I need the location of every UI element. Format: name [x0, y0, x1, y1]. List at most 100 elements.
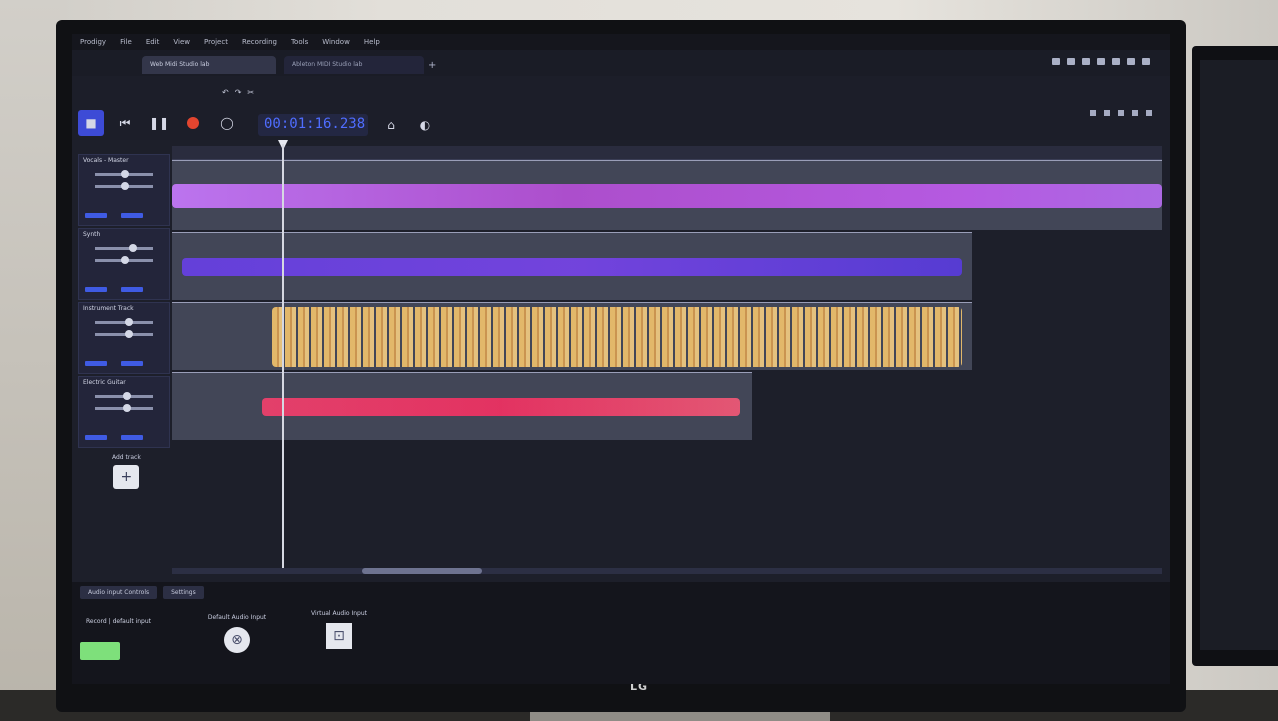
volume-knob[interactable] — [125, 318, 133, 326]
metronome-icon: ⌂ — [387, 118, 395, 132]
menu-item-file[interactable]: File — [120, 38, 132, 46]
volume-knob[interactable] — [129, 244, 137, 252]
track-buttons — [85, 287, 143, 292]
record-device: Record | default input — [86, 618, 152, 625]
volume-slider[interactable] — [95, 392, 153, 400]
track-buttons — [85, 361, 143, 366]
snap-icon[interactable] — [1146, 110, 1152, 116]
device-virtual-input[interactable]: Virtual Audio Input ⊡ — [294, 610, 384, 649]
metronome-button[interactable]: ⌂ — [378, 112, 404, 138]
pan-slider[interactable] — [95, 404, 153, 412]
playhead[interactable] — [282, 144, 284, 572]
bookmark-icon[interactable] — [1067, 58, 1075, 65]
redo-icon[interactable]: ↷ — [235, 88, 242, 97]
device-label: Default Audio Input — [207, 614, 267, 621]
settings-button[interactable]: ◐ — [412, 112, 438, 138]
audio-clip[interactable] — [172, 302, 972, 370]
zoom-in-icon[interactable] — [1090, 110, 1096, 116]
download-icon[interactable] — [1082, 58, 1090, 65]
add-track-label: Add track — [112, 454, 141, 461]
track-lane[interactable] — [172, 372, 1162, 440]
waveform — [172, 183, 1162, 208]
solo-button[interactable] — [121, 287, 143, 292]
stop-button[interactable]: ■ — [78, 110, 104, 136]
track-buttons — [85, 213, 143, 218]
pause-button[interactable]: ❚❚ — [146, 110, 172, 136]
pan-knob[interactable] — [125, 330, 133, 338]
pan-knob[interactable] — [123, 404, 131, 412]
menu-item-tools[interactable]: Tools — [291, 38, 308, 46]
profile-icon[interactable] — [1097, 58, 1105, 65]
second-monitor-screen — [1200, 60, 1278, 650]
audio-clip[interactable] — [172, 232, 972, 300]
loop-button[interactable]: ◯ — [214, 110, 240, 136]
device-default-input[interactable]: Default Audio Input ⊗ — [192, 614, 282, 653]
scroll-thumb[interactable] — [362, 568, 482, 574]
track-name: Electric Guitar — [83, 379, 126, 386]
edit-tools: ↶ ↷ ✂ — [222, 88, 254, 97]
volume-slider[interactable] — [95, 318, 153, 326]
mute-button[interactable] — [85, 213, 107, 218]
volume-knob[interactable] — [121, 170, 129, 178]
pan-slider[interactable] — [95, 182, 153, 190]
undo-icon[interactable]: ↶ — [222, 88, 229, 97]
track-lane[interactable] — [172, 302, 1162, 370]
zoom-out-icon[interactable] — [1104, 110, 1110, 116]
volume-slider[interactable] — [95, 244, 153, 252]
tab-settings[interactable]: Settings — [163, 586, 204, 599]
tab-second[interactable]: Ableton MIDI Studio lab — [284, 56, 424, 74]
fit-icon[interactable] — [1118, 110, 1124, 116]
view-tools — [1090, 110, 1152, 116]
volume-knob[interactable] — [123, 392, 131, 400]
skip-back-button[interactable]: ⏮ — [112, 110, 138, 136]
solo-button[interactable] — [121, 213, 143, 218]
plus-icon: + — [120, 469, 133, 485]
bottom-panel: Audio input Controls Settings Record | d… — [72, 582, 1170, 684]
pan-knob[interactable] — [121, 256, 129, 264]
mute-button[interactable] — [85, 287, 107, 292]
audio-clip[interactable] — [172, 372, 752, 440]
horizontal-scrollbar[interactable] — [172, 568, 1162, 574]
daw-screen: Prodigy File Edit View Project Recording… — [72, 34, 1170, 684]
extension-icon[interactable] — [1052, 58, 1060, 65]
track-name: Instrument Track — [83, 305, 134, 312]
track-name: Synth — [83, 231, 101, 238]
mute-button[interactable] — [85, 435, 107, 440]
pan-knob[interactable] — [121, 182, 129, 190]
menu-item-app[interactable]: Prodigy — [80, 38, 106, 46]
menu-item-recording[interactable]: Recording — [242, 38, 277, 46]
track-header: Vocals - Master — [78, 154, 170, 226]
new-tab-icon[interactable]: + — [428, 60, 436, 71]
audio-clip[interactable] — [172, 160, 1162, 230]
menu-item-project[interactable]: Project — [204, 38, 228, 46]
menu-item-window[interactable]: Window — [322, 38, 350, 46]
mute-button[interactable] — [85, 361, 107, 366]
tab-daw[interactable]: Web Midi Studio lab — [142, 56, 276, 74]
track-lane[interactable] — [172, 160, 1162, 230]
track-lane[interactable] — [172, 232, 1162, 300]
tab-audio-input[interactable]: Audio input Controls — [80, 586, 158, 599]
timeline-ruler[interactable] — [172, 146, 1162, 160]
browser-tab-bar: Web Midi Studio lab Ableton MIDI Studio … — [72, 50, 1170, 76]
pause-icon: ❚❚ — [148, 116, 170, 130]
add-track-button[interactable]: + — [113, 465, 140, 489]
track-name: Vocals - Master — [83, 157, 129, 164]
stop-icon: ■ — [85, 116, 97, 130]
solo-button[interactable] — [121, 435, 143, 440]
solo-button[interactable] — [121, 361, 143, 366]
maximize-icon[interactable] — [1127, 58, 1135, 65]
menu-item-edit[interactable]: Edit — [146, 38, 160, 46]
cut-icon[interactable]: ✂ — [247, 88, 254, 97]
close-icon[interactable] — [1142, 58, 1150, 65]
pan-slider[interactable] — [95, 256, 153, 264]
grid-icon[interactable] — [1132, 110, 1138, 116]
record-button[interactable] — [180, 110, 206, 136]
waveform — [272, 306, 962, 367]
volume-slider[interactable] — [95, 170, 153, 178]
pan-slider[interactable] — [95, 330, 153, 338]
device-label: Virtual Audio Input — [310, 610, 367, 617]
menu-item-help[interactable]: Help — [364, 38, 380, 46]
minimize-icon[interactable] — [1112, 58, 1120, 65]
time-display: 00:01:16.238 — [258, 114, 368, 136]
menu-item-view[interactable]: View — [173, 38, 190, 46]
